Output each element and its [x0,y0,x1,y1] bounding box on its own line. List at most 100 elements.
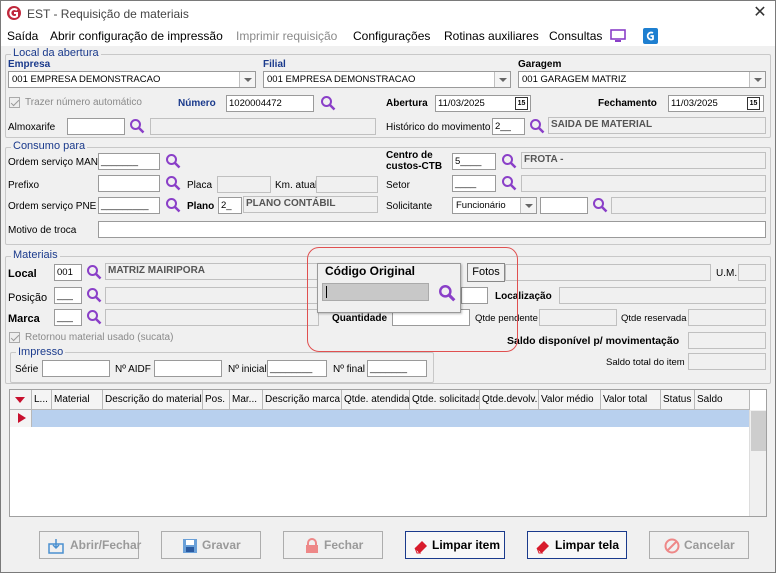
retornou-sucata-label: Retornou material usado (sucata) [25,332,174,343]
aidf-input[interactable] [154,360,222,377]
grid-header-status[interactable]: Status [661,390,695,410]
centro-custos-input[interactable]: 5____ [452,153,496,170]
table-row[interactable] [10,410,750,427]
grid-header-descricao-marca[interactable]: Descrição marca [263,390,342,410]
km-atual-label: Km. atual [275,180,318,191]
marca-input[interactable]: ___ [54,309,82,326]
limpar-item-button[interactable]: Limpar item [405,531,505,559]
filial-label: Filial [263,59,286,70]
centro-custos-desc: FROTA - [521,152,766,169]
empresa-select[interactable]: 001 EMPRESA DEMONSTRACAO [8,71,256,88]
centro-custos-label-1: Centro de [386,150,433,161]
search-icon[interactable] [86,264,102,280]
grid-vertical-scrollbar[interactable] [749,410,766,516]
search-icon[interactable] [165,175,181,191]
grid-header-marca[interactable]: Mar... [230,390,263,410]
ordem-man-input[interactable]: _______ [98,153,160,170]
app-logo-icon [6,5,22,21]
search-icon[interactable] [501,175,517,191]
placa-label: Placa [187,180,213,191]
grid-header-qtde-solicitada[interactable]: Qtde. solicitada [410,390,480,410]
legend-local-abertura: Local da abertura [11,47,101,59]
grid-header-saldo[interactable]: Saldo [695,390,750,410]
legend-impresso: Impresso [16,346,66,358]
cancelar-button[interactable]: Cancelar [649,531,749,559]
material-desc-field [505,264,711,281]
fechar-button[interactable]: Fechar [283,531,383,559]
eraser-icon [413,538,429,554]
abrir-fechar-button[interactable]: Abrir/Fechar [39,531,141,559]
grid-header-pos[interactable]: Pos. [203,390,230,410]
plano-label: Plano [187,201,215,212]
saldo-disponivel-label: Saldo disponível p/ movimentação [507,335,680,347]
search-icon[interactable] [165,153,181,169]
close-window-button[interactable]: ✕ [749,3,771,23]
almoxarife-input[interactable] [67,118,125,135]
garagem-label: Garagem [518,59,562,70]
menu-abrir-config-impressao[interactable]: Abrir configuração de impressão [50,29,223,43]
grid-header-l[interactable]: L... [32,390,52,410]
search-icon[interactable] [592,197,608,213]
solicitante-label: Solicitante [386,201,433,212]
monitor-icon[interactable] [610,29,626,43]
g-app-icon[interactable] [643,28,658,44]
menu-saida[interactable]: Saída [7,29,38,43]
search-icon[interactable] [129,118,145,134]
solicitante-desc [611,197,766,214]
calendar-icon[interactable]: 15 [515,97,528,110]
almoxarife-desc [150,118,376,135]
legend-consumo-para: Consumo para [11,140,88,152]
menu-rotinas-auxiliares[interactable]: Rotinas auxiliares [444,29,539,43]
limpar-tela-button[interactable]: Limpar tela [527,531,627,559]
menu-imprimir-requisicao[interactable]: Imprimir requisição [236,29,337,43]
menu-configuracoes[interactable]: Configurações [353,29,430,43]
posicao-input[interactable]: ___ [54,287,82,304]
grid-header-material[interactable]: Material [52,390,103,410]
filial-select[interactable]: 001 EMPRESA DEMONSTRACAO [263,71,511,88]
search-icon[interactable] [501,153,517,169]
solicitante-input[interactable] [540,197,588,214]
numero-final-input[interactable]: _______ [367,360,427,377]
setor-input[interactable]: ____ [452,175,496,192]
plano-code-input[interactable]: 2_ [218,197,242,214]
numero-input[interactable]: 1020004472 [226,95,314,112]
chevron-down-icon [239,72,255,87]
menu-consultas[interactable]: Consultas [549,29,602,43]
serie-input[interactable] [42,360,110,377]
solicitante-type-select[interactable]: Funcionário [452,197,537,214]
grid-header-qtde-atendida[interactable]: Qtde. atendida [342,390,410,410]
search-icon[interactable] [320,95,336,111]
localizacao-field [559,287,766,304]
ordem-pne-input[interactable]: _________ [98,197,160,214]
serie-label: Série [15,364,39,375]
grid-header-valor-total[interactable]: Valor total [601,390,661,410]
open-close-icon [48,538,64,554]
historico-desc: SAIDA DE MATERIAL [548,117,766,134]
chevron-down-icon [749,72,765,87]
posicao-label: Posição [8,292,48,304]
materials-grid[interactable]: L... Material Descrição do material Pos.… [9,389,767,517]
search-icon[interactable] [165,197,181,213]
historico-code-input[interactable]: 2__ [492,118,525,135]
search-icon[interactable] [86,309,102,325]
calendar-icon[interactable]: 15 [747,97,760,110]
grid-header-valor-medio[interactable]: Valor médio [539,390,601,410]
ordem-pne-label: Ordem serviço PNE [8,201,97,212]
qtde-pendente-field [539,309,617,326]
grid-header-qtde-devolv[interactable]: Qtde.devolv. [480,390,539,410]
almoxarife-label: Almoxarife [8,122,56,133]
motivo-troca-input[interactable] [98,221,766,238]
numero-inicial-input[interactable]: ________ [267,360,327,377]
retornou-sucata-checkbox[interactable] [9,332,20,343]
saldo-total-label: Saldo total do item [606,357,685,368]
search-icon[interactable] [529,118,545,134]
gravar-button[interactable]: Gravar [161,531,261,559]
trazer-numero-checkbox[interactable] [9,97,20,108]
grid-header-descricao-material[interactable]: Descrição do material [103,390,203,410]
prefixo-input[interactable] [98,175,160,192]
local-code-input[interactable]: 001 [54,264,82,281]
garagem-select[interactable]: 001 GARAGEM MATRIZ [518,71,766,88]
search-icon[interactable] [86,287,102,303]
scrollbar-thumb[interactable] [751,411,766,451]
cancel-icon [664,538,680,554]
